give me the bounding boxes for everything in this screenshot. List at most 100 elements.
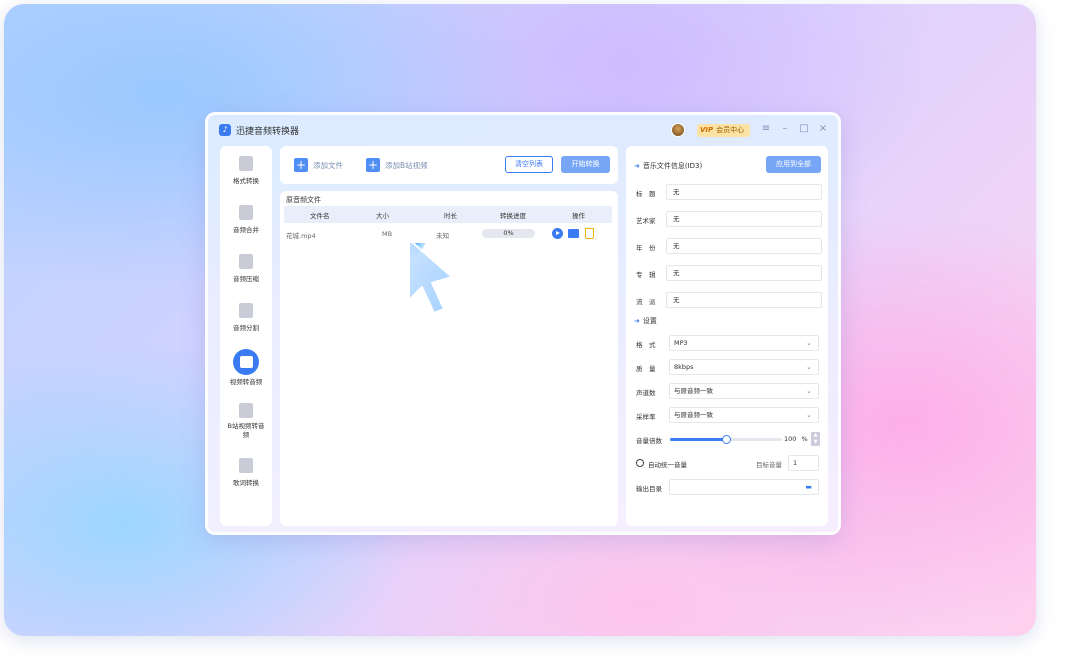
target-volume-label: 目标音量 bbox=[756, 461, 782, 469]
volume-row: 音量倍数 100 % ▲ ▼ bbox=[636, 431, 822, 447]
title-field[interactable]: 无 bbox=[666, 184, 822, 200]
menu-icon[interactable]: ≡ bbox=[759, 122, 773, 136]
sidebar-item-audio-merge[interactable]: 音频合并 bbox=[220, 205, 272, 235]
column-header-duration: 时长 bbox=[444, 212, 457, 220]
maximize-icon[interactable]: □ bbox=[797, 122, 811, 136]
title-bar: ♪ 迅捷音频转换器 VIP 会员中心 ≡ – □ × bbox=[208, 115, 838, 145]
sidebar-item-lyrics-convert[interactable]: 歌词转换 bbox=[220, 458, 272, 488]
sidebar-item-format-convert[interactable]: 格式转换 bbox=[220, 156, 272, 186]
metadata-label: 专 辑 bbox=[636, 271, 656, 279]
clear-list-button[interactable]: 清空列表 bbox=[505, 156, 553, 173]
auto-volume-label: 自动统一音量 bbox=[648, 461, 687, 469]
channels-value: 与原音频一致 bbox=[674, 387, 713, 395]
auto-volume-radio[interactable] bbox=[636, 459, 644, 467]
file-name: 花城.mp4 bbox=[286, 232, 316, 240]
sidebar-item-video-to-audio[interactable]: 视频转音频 bbox=[220, 349, 272, 387]
metadata-row-album: 专 辑 无 bbox=[636, 265, 822, 281]
chevron-down-icon: ⌄ bbox=[806, 363, 812, 371]
user-avatar[interactable] bbox=[671, 123, 685, 137]
play-icon[interactable] bbox=[552, 228, 563, 239]
chevron-down-icon: ⌄ bbox=[806, 411, 812, 419]
lyrics-convert-icon bbox=[239, 458, 253, 473]
sidebar-item-label: 音频合并 bbox=[233, 226, 259, 234]
setting-label: 质 量 bbox=[636, 365, 656, 373]
channels-select[interactable]: 与原音频一致 ⌄ bbox=[669, 383, 819, 399]
toolbar: + 添加文件 + 添加B站视频 清空列表 开始转换 bbox=[280, 146, 618, 184]
app-logo-icon: ♪ bbox=[219, 124, 231, 136]
conversion-progress: 0% bbox=[482, 229, 535, 238]
minimize-icon[interactable]: – bbox=[778, 122, 792, 136]
start-convert-button[interactable]: 开始转换 bbox=[561, 156, 610, 173]
audio-split-icon bbox=[239, 303, 253, 318]
add-bilibili-button[interactable]: + 添加B站视频 bbox=[366, 158, 428, 172]
audio-merge-icon bbox=[239, 205, 253, 220]
folder-icon[interactable]: ▬ bbox=[805, 480, 812, 494]
column-header-size: 大小 bbox=[376, 212, 389, 220]
cursor-arrow bbox=[410, 243, 453, 314]
metadata-label: 标 题 bbox=[636, 190, 656, 198]
app-window: ♪ 迅捷音频转换器 VIP 会员中心 ≡ – □ × 格式转换 音频合并 音频压缩 bbox=[205, 112, 841, 535]
table-header: 文件名 大小 时长 转换进度 操作 bbox=[284, 206, 612, 223]
metadata-label: 流 派 bbox=[636, 298, 656, 306]
metadata-label: 年 份 bbox=[636, 244, 656, 252]
column-header-actions: 操作 bbox=[572, 212, 585, 220]
metadata-row-genre: 流 派 无 bbox=[636, 292, 822, 308]
apply-all-button[interactable]: 应用到全部 bbox=[766, 156, 821, 173]
vip-center-button[interactable]: VIP 会员中心 bbox=[697, 124, 750, 137]
format-select[interactable]: MP3 ⌄ bbox=[669, 335, 819, 351]
year-field[interactable]: 无 bbox=[666, 238, 822, 254]
setting-row-sample-rate: 采样率 与原音频一致 ⌄ bbox=[636, 407, 822, 423]
chevron-down-icon: ⌄ bbox=[806, 339, 812, 347]
audio-compress-icon bbox=[239, 254, 253, 269]
chevron-down-icon: ⌄ bbox=[806, 387, 812, 395]
album-field[interactable]: 无 bbox=[666, 265, 822, 281]
metadata-row-artist: 艺术家 无 bbox=[636, 211, 822, 227]
volume-label: 音量倍数 bbox=[636, 437, 662, 445]
setting-label: 声道数 bbox=[636, 389, 656, 397]
file-list-title: 原音频文件 bbox=[286, 196, 321, 204]
format-value: MP3 bbox=[674, 339, 688, 347]
quality-select[interactable]: 8kbps ⌄ bbox=[669, 359, 819, 375]
add-file-button[interactable]: + 添加文件 bbox=[294, 158, 343, 172]
close-icon[interactable]: × bbox=[816, 122, 830, 136]
sidebar-item-label: 视频转音频 bbox=[229, 378, 263, 386]
volume-slider-handle[interactable] bbox=[721, 435, 731, 444]
format-convert-icon bbox=[239, 156, 253, 171]
sample-rate-value: 与原音频一致 bbox=[674, 411, 713, 419]
arrow-right-icon: ➜ bbox=[634, 162, 640, 170]
sidebar-item-label: 格式转换 bbox=[233, 177, 259, 185]
vip-tag: VIP bbox=[700, 126, 714, 134]
sidebar-item-bilibili-video[interactable]: B站视频转音频 bbox=[220, 403, 272, 440]
volume-input[interactable]: 100 % bbox=[784, 432, 808, 446]
video-to-audio-icon bbox=[239, 356, 253, 368]
trash-icon[interactable] bbox=[585, 228, 594, 239]
volume-slider[interactable] bbox=[670, 435, 782, 444]
sidebar-item-label: 音频压缩 bbox=[233, 275, 259, 283]
add-file-label: 添加文件 bbox=[313, 160, 343, 170]
app-title: 迅捷音频转换器 bbox=[236, 127, 300, 137]
setting-label: 采样率 bbox=[636, 413, 656, 421]
settings-title: 设置 bbox=[642, 317, 657, 325]
volume-slider-fill bbox=[670, 438, 726, 441]
output-dir-row: 输出目录 ▬ bbox=[636, 479, 822, 495]
file-list-panel: 原音频文件 文件名 大小 时长 转换进度 操作 花城.mp4 MB 未知 0% bbox=[280, 191, 618, 526]
volume-stepper[interactable]: ▲ ▼ bbox=[811, 432, 820, 446]
add-bilibili-label: 添加B站视频 bbox=[385, 160, 428, 170]
pointer-cursor-icon bbox=[410, 243, 453, 314]
setting-row-quality: 质 量 8kbps ⌄ bbox=[636, 359, 822, 375]
table-row[interactable]: 花城.mp4 MB 未知 0% bbox=[284, 226, 612, 242]
sample-rate-select[interactable]: 与原音频一致 ⌄ bbox=[669, 407, 819, 423]
sidebar-item-audio-compress[interactable]: 音频压缩 bbox=[220, 254, 272, 284]
artist-field[interactable]: 无 bbox=[666, 211, 822, 227]
setting-row-channels: 声道数 与原音频一致 ⌄ bbox=[636, 383, 822, 399]
target-volume-input[interactable]: 1 bbox=[788, 455, 819, 471]
setting-label: 格 式 bbox=[636, 341, 656, 349]
file-size: MB bbox=[382, 230, 393, 238]
metadata-label: 艺术家 bbox=[636, 217, 656, 225]
folder-icon[interactable] bbox=[568, 229, 579, 238]
sidebar-item-audio-split[interactable]: 音频分割 bbox=[220, 303, 272, 333]
genre-field[interactable]: 无 bbox=[666, 292, 822, 308]
bilibili-video-icon bbox=[239, 403, 253, 418]
volume-value: 100 bbox=[784, 435, 797, 443]
output-dir-field[interactable]: ▬ bbox=[669, 479, 819, 495]
